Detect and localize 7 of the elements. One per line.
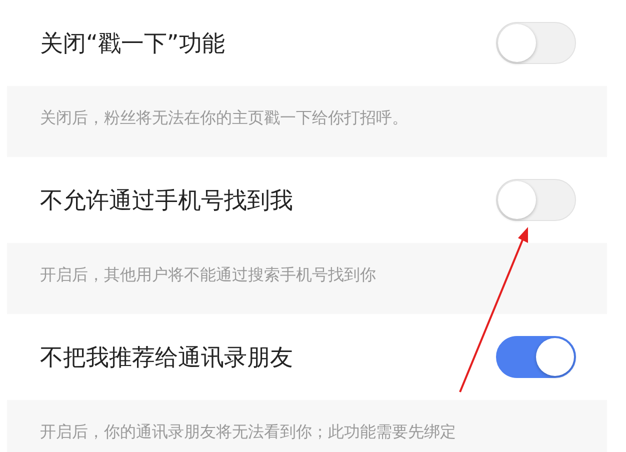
toggle-switch[interactable] (496, 336, 576, 378)
setting-description: 关闭后，粉丝将无法在你的主页戳一下给你打招呼。 (40, 108, 408, 127)
setting-label: 不把我推荐给通讯录朋友 (40, 344, 293, 372)
setting-label: 不允许通过手机号找到我 (40, 186, 293, 216)
setting-description: 开启后，其他用户将不能通过搜索手机号找到你 (40, 265, 376, 284)
setting-description: 开启后，你的通讯录朋友将无法看到你；此功能需要先绑定 (40, 422, 456, 441)
setting-label: 关闭“戳一下”功能 (40, 30, 225, 58)
